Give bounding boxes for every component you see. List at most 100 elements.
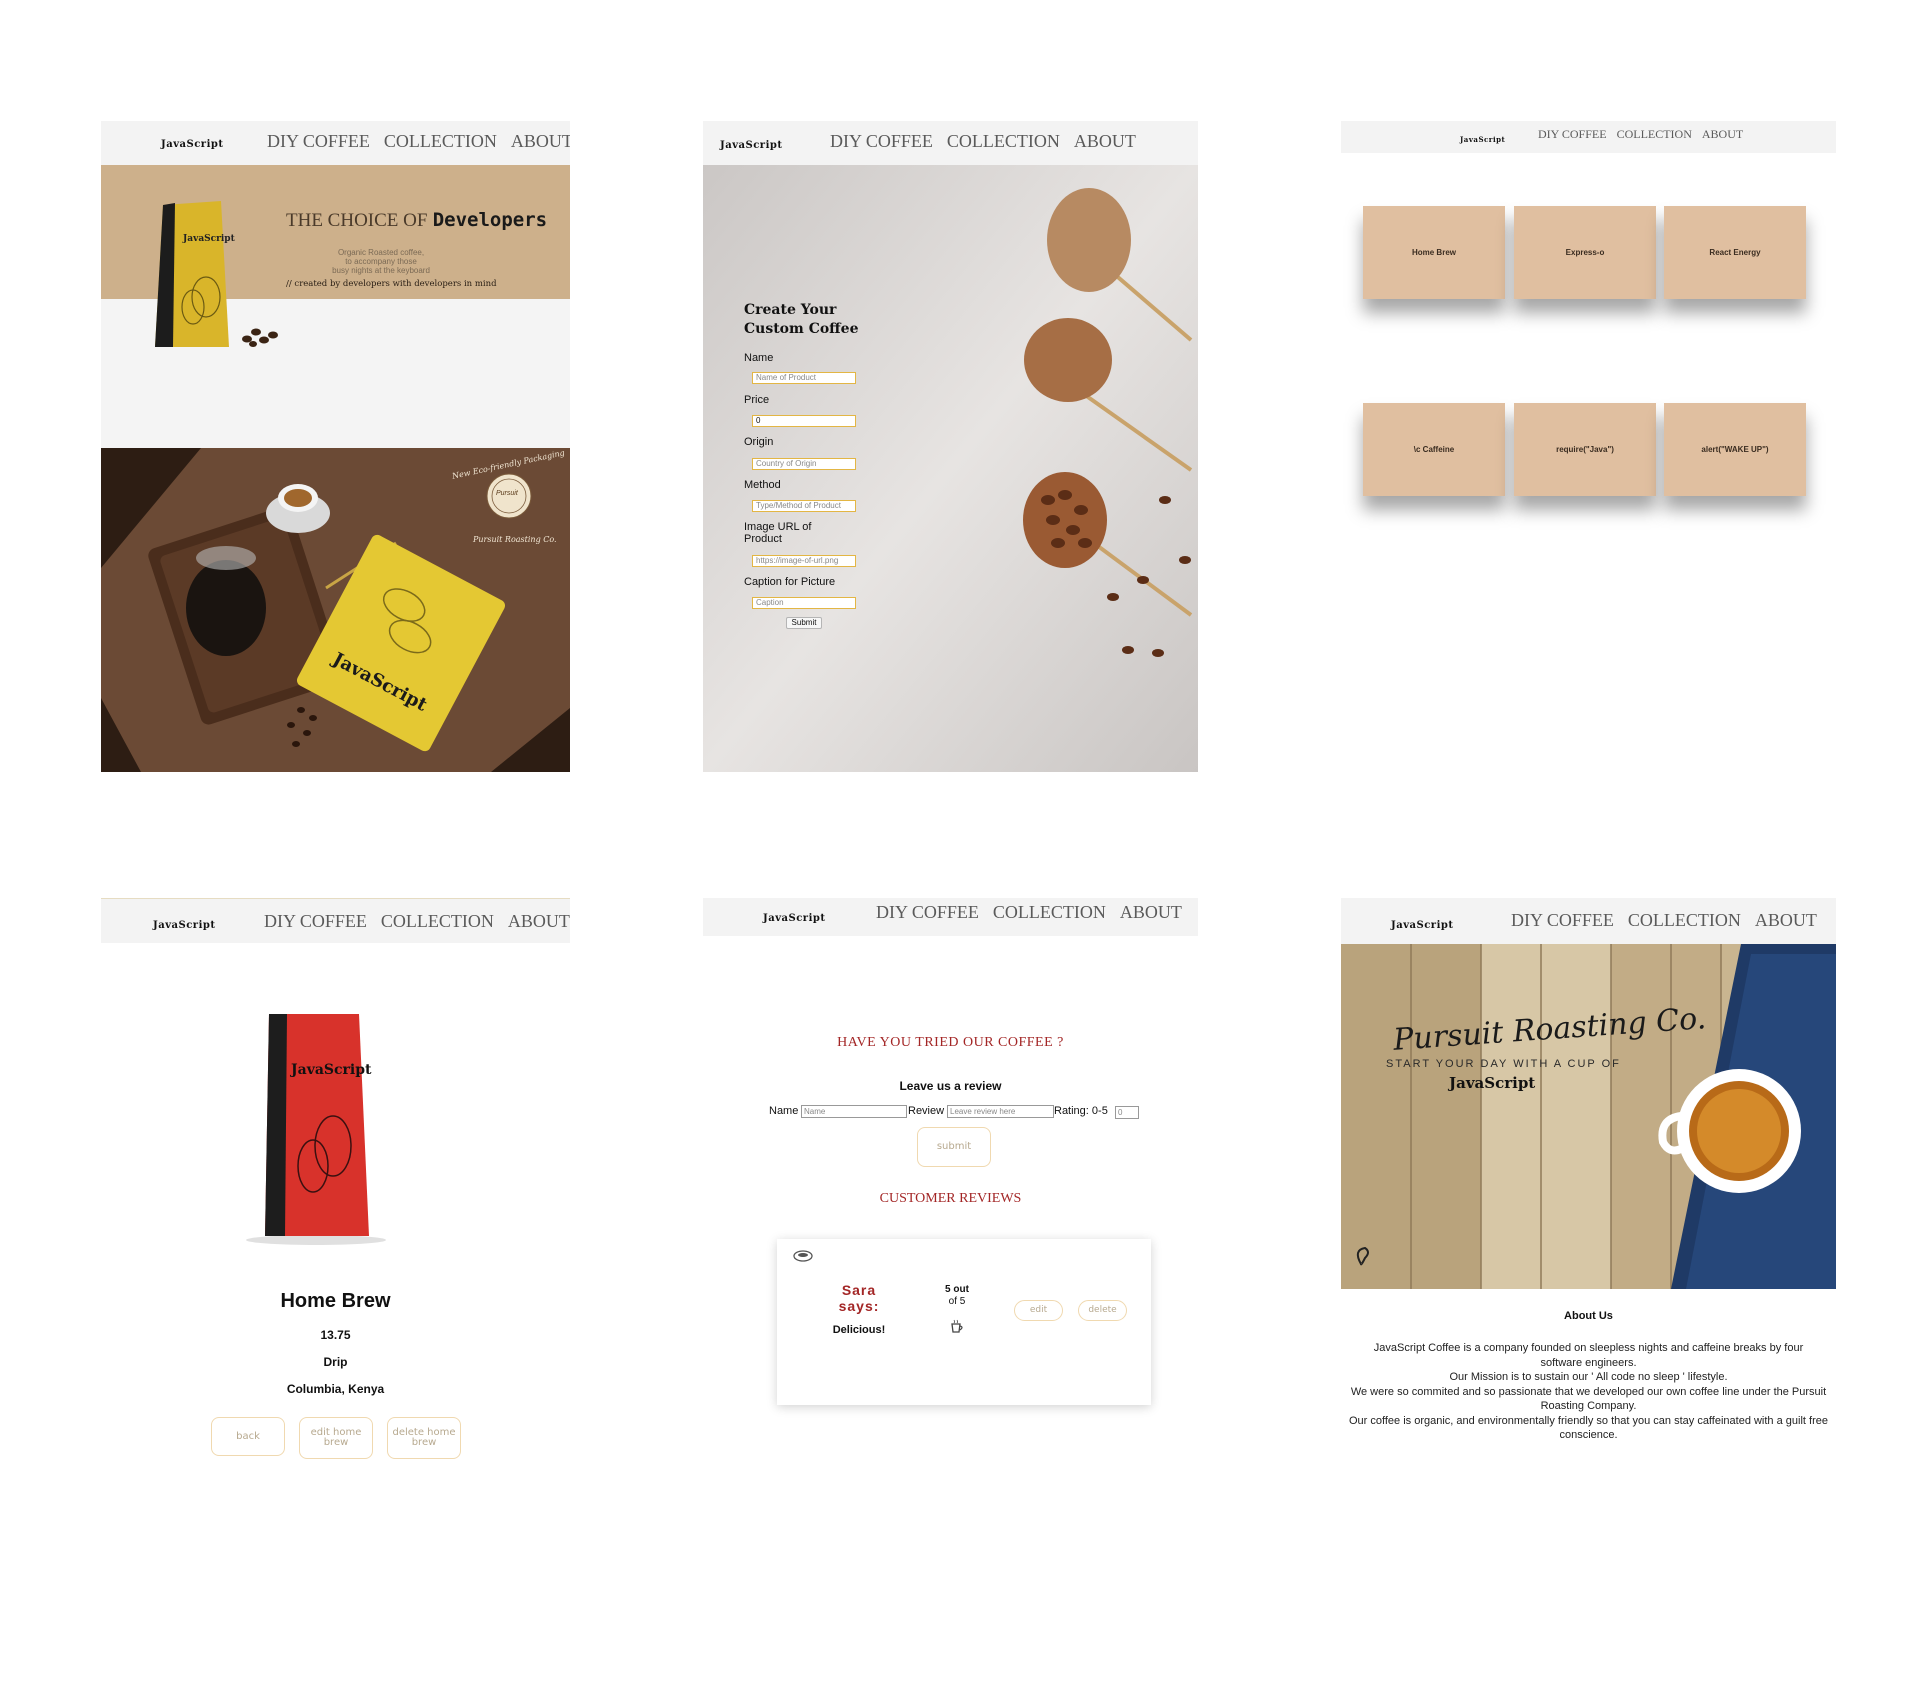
name-input[interactable]: Name of Product bbox=[752, 372, 856, 384]
nav-links: DIY COFFEE COLLECTION ABOUT bbox=[264, 911, 570, 932]
about-hero-brand: JavaScript bbox=[1449, 1074, 1536, 1092]
customer-reviews-heading: CUSTOMER REVIEWS bbox=[879, 1191, 1022, 1206]
about-title: About Us bbox=[1564, 1310, 1613, 1322]
product-method: Drip bbox=[323, 1355, 348, 1369]
nav-logo[interactable]: JavaScript bbox=[161, 139, 224, 150]
review-rating-input[interactable]: 0 bbox=[1115, 1106, 1139, 1119]
reviewer-name: Sara bbox=[841, 1282, 877, 1298]
nav-link-collection[interactable]: COLLECTION bbox=[384, 131, 497, 152]
form-title-line-1: Create Your bbox=[744, 302, 837, 318]
hero-title: THE CHOICE OF Developers bbox=[286, 209, 547, 232]
nav-logo[interactable]: JavaScript bbox=[720, 140, 783, 151]
about-paragraph-4: Our coffee is organic, and environmental… bbox=[1349, 1414, 1828, 1442]
about-hero-tagline: START YOUR DAY WITH A CUP OF bbox=[1386, 1058, 1621, 1070]
review-subheading: Leave us a review bbox=[899, 1079, 1002, 1093]
caption-input[interactable]: Caption bbox=[752, 597, 856, 609]
nav-link-diy-coffee[interactable]: DIY COFFEE bbox=[1538, 127, 1607, 142]
product-detail-panel: JavaScript DIY COFFEE COLLECTION ABOUT J… bbox=[101, 898, 570, 1478]
nav-links: DIY COFFEE COLLECTION ABOUT bbox=[876, 902, 1182, 923]
nav-links: DIY COFFEE COLLECTION ABOUT bbox=[830, 131, 1136, 152]
collection-tile-caffeine[interactable]: \c Caffeine bbox=[1363, 403, 1505, 496]
review-rating-line-2: of 5 bbox=[948, 1296, 966, 1307]
product-price: 13.75 bbox=[320, 1328, 351, 1342]
review-edit-button[interactable]: edit bbox=[1014, 1300, 1063, 1321]
nav-link-about[interactable]: ABOUT bbox=[1120, 902, 1182, 923]
origin-input[interactable]: Country of Origin bbox=[752, 458, 856, 470]
svg-text:JavaScript: JavaScript bbox=[182, 234, 236, 244]
nav-link-collection[interactable]: COLLECTION bbox=[993, 902, 1106, 923]
navbar: JavaScript DIY COFFEE COLLECTION ABOUT bbox=[101, 121, 570, 165]
nav-link-about[interactable]: ABOUT bbox=[511, 131, 570, 152]
about-paragraph-3: We were so commited and so passionate th… bbox=[1350, 1385, 1827, 1413]
nav-link-collection[interactable]: COLLECTION bbox=[1617, 127, 1692, 142]
nav-link-diy-coffee[interactable]: DIY COFFEE bbox=[267, 131, 370, 152]
image-url-label: Image URL of Product bbox=[744, 521, 812, 545]
reviewer-says: says: bbox=[838, 1298, 880, 1314]
nav-logo[interactable]: JavaScript bbox=[1391, 920, 1454, 931]
form-title-line-2: Custom Coffee bbox=[744, 321, 859, 337]
hero-line-2: to accompany those bbox=[345, 257, 417, 266]
delete-product-button[interactable]: delete home brew bbox=[387, 1417, 461, 1459]
product-name: Home Brew bbox=[280, 1290, 391, 1312]
navbar: JavaScript DIY COFFEE COLLECTION ABOUT bbox=[703, 121, 1198, 165]
about-hero-image: Pursuit Roasting Co. START YOUR DAY WITH… bbox=[1341, 944, 1836, 1289]
nav-logo[interactable]: JavaScript bbox=[1460, 135, 1505, 144]
nav-link-collection[interactable]: COLLECTION bbox=[1628, 910, 1741, 931]
navbar: JavaScript DIY COFFEE COLLECTION ABOUT bbox=[1341, 121, 1836, 153]
hero-title-emph: Developers bbox=[432, 209, 548, 231]
create-coffee-panel: JavaScript DIY COFFEE COLLECTION ABOUT C… bbox=[703, 121, 1198, 772]
nav-links: DIY COFFEE COLLECTION ABOUT bbox=[1538, 127, 1743, 142]
nav-link-diy-coffee[interactable]: DIY COFFEE bbox=[876, 902, 979, 923]
review-submit-button[interactable]: submit bbox=[917, 1127, 991, 1167]
nav-logo[interactable]: JavaScript bbox=[763, 913, 826, 924]
nav-link-collection[interactable]: COLLECTION bbox=[947, 131, 1060, 152]
collection-tile-home-brew[interactable]: Home Brew bbox=[1363, 206, 1505, 299]
collection-tile-react-energy[interactable]: React Energy bbox=[1664, 206, 1806, 299]
nav-link-about[interactable]: ABOUT bbox=[1755, 910, 1817, 931]
nav-link-about[interactable]: ABOUT bbox=[508, 911, 570, 932]
image-url-input[interactable]: https://image-of-url.png bbox=[752, 555, 856, 567]
price-input[interactable]: 0 bbox=[752, 415, 856, 427]
nav-links: DIY COFFEE COLLECTION ABOUT bbox=[267, 131, 570, 152]
form-title: Create Your Custom Coffee bbox=[744, 301, 858, 339]
about-paragraph-1: JavaScript Coffee is a company founded o… bbox=[1373, 1342, 1804, 1369]
coffee-bag-image: JavaScript bbox=[151, 197, 239, 352]
review-heading: HAVE YOU TRIED OUR COFFEE ? bbox=[837, 1035, 1064, 1050]
method-input[interactable]: Type/Method of Product bbox=[752, 500, 856, 512]
nav-link-diy-coffee[interactable]: DIY COFFEE bbox=[264, 911, 367, 932]
nav-link-collection[interactable]: COLLECTION bbox=[381, 911, 494, 932]
collection-tile-require-java[interactable]: require("Java") bbox=[1514, 403, 1656, 496]
collection-tile-wake-up[interactable]: alert("WAKE UP") bbox=[1664, 403, 1806, 496]
collection-tile-express-o[interactable]: Express-o bbox=[1514, 206, 1656, 299]
edit-product-button[interactable]: edit home brew bbox=[299, 1417, 373, 1459]
nav-link-diy-coffee[interactable]: DIY COFFEE bbox=[830, 131, 933, 152]
nav-logo[interactable]: JavaScript bbox=[153, 920, 216, 931]
nav-link-diy-coffee[interactable]: DIY COFFEE bbox=[1511, 910, 1614, 931]
hero-tagline: Organic Roasted coffee, to accompany tho… bbox=[321, 248, 441, 275]
nav-link-about[interactable]: ABOUT bbox=[1702, 127, 1743, 142]
about-body: JavaScript Coffee is a company founded o… bbox=[1341, 1341, 1836, 1443]
hero-comment: // created by developers with developers… bbox=[286, 279, 497, 289]
product-origin: Columbia, Kenya bbox=[286, 1382, 385, 1396]
hero-line-3: busy nights at the keyboard bbox=[332, 266, 430, 275]
navbar: JavaScript DIY COFFEE COLLECTION ABOUT bbox=[101, 898, 570, 943]
navbar: JavaScript DIY COFFEE COLLECTION ABOUT bbox=[703, 898, 1198, 936]
detail-bag-label: JavaScript bbox=[289, 1062, 372, 1078]
hero-line-1: Organic Roasted coffee, bbox=[337, 248, 425, 257]
submit-button[interactable]: Submit bbox=[786, 617, 822, 629]
roaster-script-text: Pursuit Roasting Co. bbox=[473, 535, 557, 544]
review-text: Delicious! bbox=[832, 1324, 886, 1336]
hero-title-prefix: THE CHOICE OF bbox=[286, 210, 428, 231]
review-name-input[interactable]: Name bbox=[801, 1105, 907, 1118]
about-paragraph-2: Our Mission is to sustain our ' All code… bbox=[1449, 1371, 1728, 1383]
back-button[interactable]: back bbox=[211, 1417, 285, 1456]
nav-link-about[interactable]: ABOUT bbox=[1074, 131, 1136, 152]
name-label: Name bbox=[744, 352, 774, 364]
review-text-input[interactable]: Leave review here bbox=[947, 1105, 1054, 1118]
navbar: JavaScript DIY COFFEE COLLECTION ABOUT bbox=[1341, 898, 1836, 944]
review-delete-button[interactable]: delete bbox=[1078, 1300, 1127, 1321]
caption-label: Caption for Picture bbox=[744, 576, 836, 588]
review-name-label: Name bbox=[769, 1105, 799, 1117]
home-page-panel: JavaScript DIY COFFEE COLLECTION ABOUT T… bbox=[101, 121, 570, 772]
method-label: Method bbox=[744, 479, 781, 491]
